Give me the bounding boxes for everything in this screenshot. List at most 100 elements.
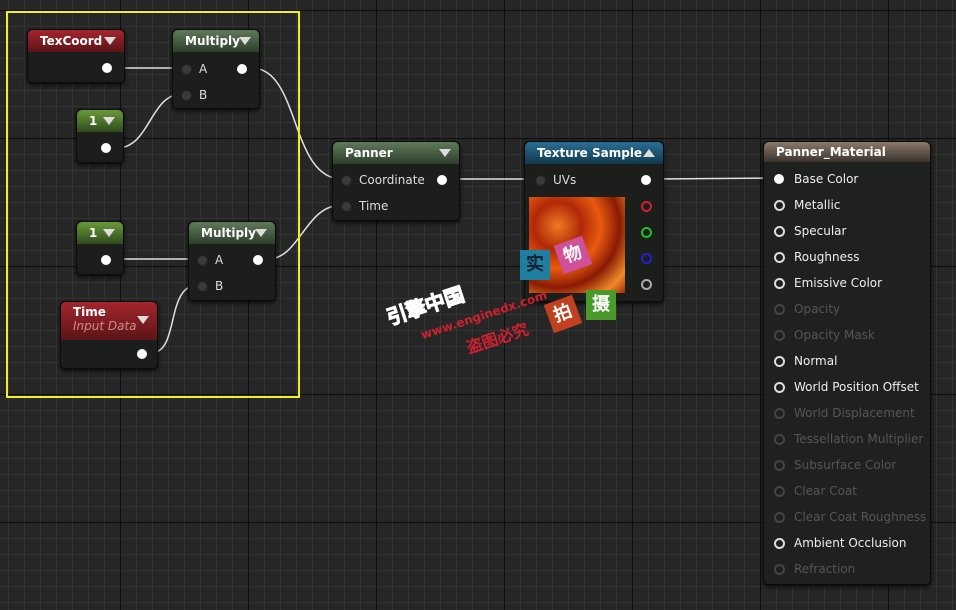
node-header: 1	[77, 222, 123, 244]
collapse-arrow-icon[interactable]	[239, 37, 251, 45]
input-pin[interactable]	[774, 330, 785, 341]
input-pin[interactable]	[774, 564, 785, 575]
output-pin[interactable]	[137, 349, 147, 359]
collapse-arrow-icon[interactable]	[643, 149, 655, 157]
output-pin[interactable]	[237, 64, 247, 74]
input-pin-uvs[interactable]	[535, 175, 546, 186]
multiply-node-1[interactable]: Multiply A B	[172, 29, 260, 109]
output-pin[interactable]	[101, 255, 111, 265]
pin-label: Emissive Color	[794, 276, 883, 290]
input-pin-a[interactable]	[197, 255, 208, 266]
output-pin-b[interactable]	[641, 253, 652, 264]
constant-node-1[interactable]: 1	[76, 109, 124, 163]
collapse-arrow-icon[interactable]	[255, 229, 267, 237]
output-pin[interactable]	[437, 175, 447, 185]
time-node[interactable]: Time Input Data	[60, 301, 158, 369]
multiply-node-2[interactable]: Multiply A B	[188, 221, 276, 301]
node-header: Panner	[333, 142, 459, 164]
output-pin-a[interactable]	[641, 279, 652, 290]
material-input-metallic[interactable]: Metallic	[774, 198, 840, 212]
input-pin[interactable]	[774, 382, 785, 393]
pin-label: World Displacement	[794, 406, 915, 420]
pin-label: A	[199, 62, 208, 76]
pin-label: UVs	[553, 173, 577, 187]
material-input-refraction[interactable]: Refraction	[774, 562, 855, 576]
material-input-tessellation-multiplier[interactable]: Tessellation Multiplier	[774, 432, 923, 446]
material-input-world-displacement[interactable]: World Displacement	[774, 406, 915, 420]
output-pin[interactable]	[101, 143, 111, 153]
pin-label: A	[215, 253, 224, 267]
material-input-opacity[interactable]: Opacity	[774, 302, 840, 316]
pin-label: Refraction	[794, 562, 856, 576]
pin-label: Time	[359, 199, 389, 213]
input-pin-time[interactable]	[341, 201, 352, 212]
node-title: 1	[89, 226, 98, 240]
material-input-specular[interactable]: Specular	[774, 224, 846, 238]
input-pin[interactable]	[774, 486, 785, 497]
pin-label: Opacity	[794, 302, 841, 316]
input-pin-a[interactable]	[181, 64, 192, 75]
input-pin[interactable]	[774, 512, 785, 523]
input-pin[interactable]	[774, 538, 785, 549]
material-input-normal[interactable]: Normal	[774, 354, 837, 368]
input-pin-coordinate[interactable]	[341, 175, 352, 186]
node-title: Multiply	[201, 226, 256, 240]
material-input-world-position-offset[interactable]: World Position Offset	[774, 380, 919, 394]
collapse-arrow-icon[interactable]	[137, 316, 149, 324]
output-pin-r[interactable]	[641, 201, 652, 212]
node-header: 1	[77, 110, 123, 132]
panner-node[interactable]: Panner Coordinate Time	[332, 141, 460, 221]
node-header: Texture Sample	[525, 142, 663, 164]
input-pin[interactable]	[774, 408, 785, 419]
node-header: Panner_Material	[764, 142, 930, 162]
node-title: Texture Sample	[537, 146, 643, 160]
material-input-base-color[interactable]: Base Color	[774, 172, 858, 186]
watermark-tag: 实	[520, 250, 550, 280]
collapse-arrow-icon[interactable]	[439, 149, 451, 157]
input-pin[interactable]	[774, 252, 785, 263]
node-title: Panner	[345, 146, 393, 160]
node-header: Multiply	[173, 30, 259, 52]
pin-label: Metallic	[794, 198, 841, 212]
texcoord-node[interactable]: TexCoord	[27, 29, 125, 83]
pin-label: Subsurface Color	[794, 458, 897, 472]
pin-label: World Position Offset	[794, 380, 919, 394]
output-pin-rgb[interactable]	[641, 175, 651, 185]
output-pin[interactable]	[102, 63, 112, 73]
material-input-subsurface-color[interactable]: Subsurface Color	[774, 458, 896, 472]
constant-node-2[interactable]: 1	[76, 221, 124, 275]
node-title: TexCoord	[40, 34, 103, 48]
node-header: TexCoord	[28, 30, 124, 52]
material-input-clear-coat[interactable]: Clear Coat	[774, 484, 857, 498]
material-input-emissive-color[interactable]: Emissive Color	[774, 276, 882, 290]
output-pin-g[interactable]	[641, 227, 652, 238]
input-pin[interactable]	[774, 174, 784, 184]
pin-label: B	[199, 88, 208, 102]
material-result-node[interactable]: Panner_Material Base Color Metallic Specul…	[763, 141, 931, 585]
collapse-arrow-icon[interactable]	[103, 229, 115, 237]
pin-label: Clear Coat	[794, 484, 857, 498]
material-input-roughness[interactable]: Roughness	[774, 250, 859, 264]
input-pin[interactable]	[774, 460, 785, 471]
input-pin[interactable]	[774, 226, 785, 237]
material-input-clear-coat-roughness[interactable]: Clear Coat Roughness	[774, 510, 926, 524]
node-title: Multiply	[185, 34, 240, 48]
input-pin[interactable]	[774, 304, 785, 315]
pin-label: Tessellation Multiplier	[794, 432, 924, 446]
output-pin[interactable]	[253, 255, 263, 265]
wire-texture-material	[655, 177, 779, 180]
input-pin[interactable]	[774, 278, 785, 289]
material-input-opacity-mask[interactable]: Opacity Mask	[774, 328, 875, 342]
input-pin[interactable]	[774, 356, 785, 367]
material-input-ambient-occlusion[interactable]: Ambient Occlusion	[774, 536, 906, 550]
pin-label: Ambient Occlusion	[794, 536, 907, 550]
pin-label: Specular	[794, 224, 847, 238]
pin-label: Clear Coat Roughness	[794, 510, 927, 524]
collapse-arrow-icon[interactable]	[103, 117, 115, 125]
watermark-tag: 摄	[586, 290, 616, 320]
input-pin-b[interactable]	[181, 90, 192, 101]
collapse-arrow-icon[interactable]	[104, 37, 116, 45]
input-pin[interactable]	[774, 434, 785, 445]
input-pin[interactable]	[774, 200, 785, 211]
input-pin-b[interactable]	[197, 281, 208, 292]
